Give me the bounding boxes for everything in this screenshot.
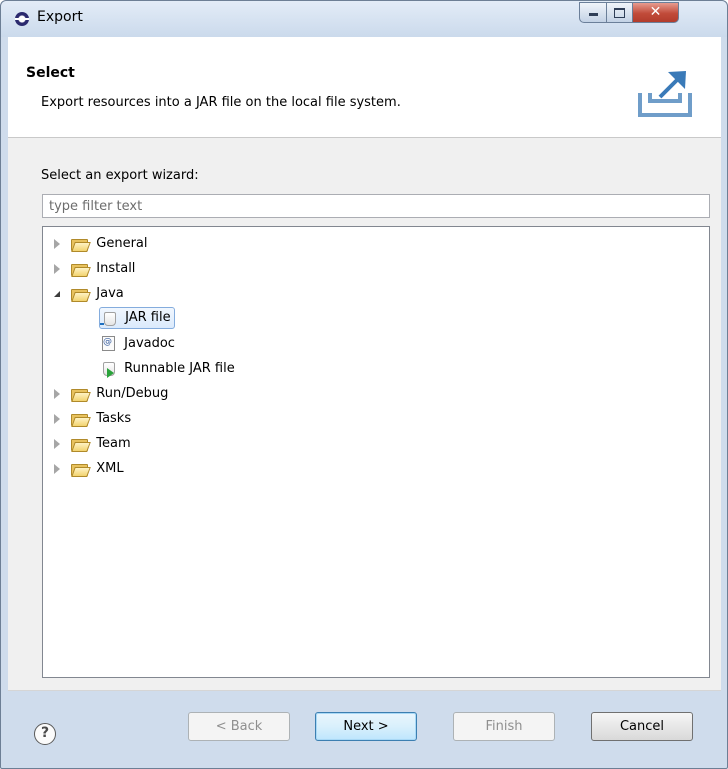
folder-icon: [69, 458, 89, 480]
tree-item-label: Runnable JAR file: [124, 361, 235, 376]
title-bar: Export ✕: [1, 1, 727, 37]
tree-item-label: JAR file: [125, 310, 171, 325]
tree-item-label: Install: [96, 261, 136, 276]
folder-icon: [69, 258, 89, 280]
expand-arrow-icon[interactable]: [51, 458, 65, 480]
export-icon: [638, 71, 692, 117]
javadoc-icon: [99, 331, 117, 355]
folder-icon: [69, 233, 89, 255]
page-title: Select: [26, 65, 75, 81]
folder-icon: [69, 283, 89, 305]
folder-icon: [69, 408, 89, 430]
close-icon: ✕: [649, 4, 662, 20]
tree-item-runnable-jar-file[interactable]: Runnable JAR file: [99, 358, 238, 380]
wizard-content: Select an export wizard: General Install…: [8, 138, 721, 691]
export-dialog: Export ✕ Select Export resources into a …: [0, 0, 728, 769]
filter-input[interactable]: [42, 194, 710, 218]
window-title: Export: [37, 9, 83, 25]
tree-item-run-debug[interactable]: Run/Debug: [51, 383, 171, 405]
wizard-tree[interactable]: General Install Java JAR file Javadoc: [42, 226, 710, 678]
wizard-header: Select Export resources into a JAR file …: [8, 37, 721, 138]
tree-item-javadoc[interactable]: Javadoc: [99, 331, 178, 355]
tree-item-label: Tasks: [96, 411, 132, 426]
tree-item-label: XML: [96, 461, 124, 476]
jar-icon: [100, 308, 118, 330]
tree-item-label: Javadoc: [124, 336, 175, 351]
expand-arrow-icon[interactable]: [51, 233, 65, 255]
tree-item-install[interactable]: Install: [51, 258, 138, 280]
expand-arrow-icon[interactable]: [51, 258, 65, 280]
tree-item-jar-file[interactable]: JAR file: [99, 307, 175, 329]
minimize-icon: [588, 13, 598, 16]
tree-item-general[interactable]: General: [51, 233, 151, 255]
maximize-icon: [614, 8, 625, 18]
collapse-arrow-icon[interactable]: [51, 283, 65, 305]
tree-item-label: General: [96, 236, 148, 251]
expand-arrow-icon[interactable]: [51, 408, 65, 430]
tree-item-label: Run/Debug: [96, 386, 169, 401]
tree-item-label: Java: [96, 286, 124, 301]
finish-button[interactable]: Finish: [453, 712, 555, 741]
minimize-button[interactable]: [579, 2, 607, 23]
tree-item-tasks[interactable]: Tasks: [51, 408, 134, 430]
expand-arrow-icon[interactable]: [51, 383, 65, 405]
expand-arrow-icon[interactable]: [51, 433, 65, 455]
eclipse-icon: [15, 12, 29, 26]
page-description: Export resources into a JAR file on the …: [41, 95, 401, 110]
folder-icon: [69, 433, 89, 455]
cancel-button[interactable]: Cancel: [591, 712, 693, 741]
folder-icon: [69, 383, 89, 405]
tree-item-xml[interactable]: XML: [51, 458, 127, 480]
next-button[interactable]: Next >: [315, 712, 417, 741]
maximize-button[interactable]: [606, 2, 633, 23]
runnable-jar-icon: [99, 358, 117, 380]
close-button[interactable]: ✕: [632, 2, 679, 23]
filter-label: Select an export wizard:: [41, 168, 199, 183]
tree-item-team[interactable]: Team: [51, 433, 134, 455]
tree-item-label: Team: [96, 436, 131, 451]
help-button[interactable]: ?: [34, 723, 56, 745]
tree-item-java[interactable]: Java: [51, 283, 127, 305]
back-button[interactable]: < Back: [188, 712, 290, 741]
